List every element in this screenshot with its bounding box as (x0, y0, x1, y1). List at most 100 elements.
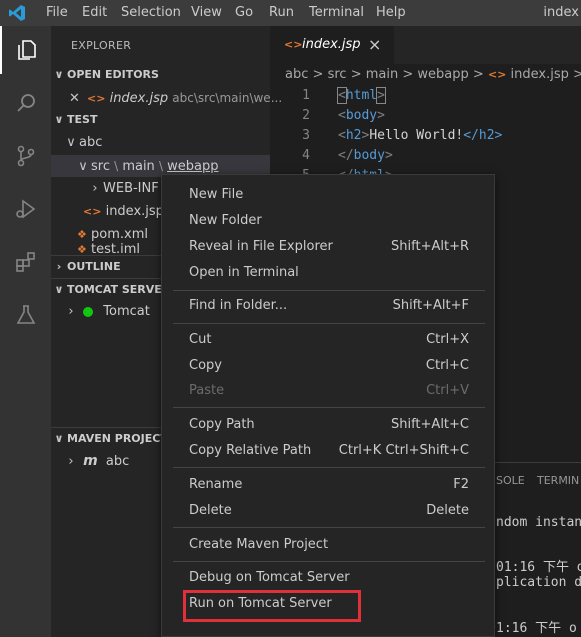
menu-separator (173, 323, 485, 324)
testing-icon[interactable] (0, 291, 51, 339)
menu-item-reveal-in-file-explorer[interactable]: Reveal in File Explorer Shift+Alt+R (162, 234, 496, 260)
menu-item-open-in-terminal[interactable]: Open in Terminal (162, 260, 496, 286)
breadcrumb-separator: > (472, 67, 484, 82)
tag-bracket: < (338, 128, 346, 143)
breadcrumb-item[interactable]: index.jsp (511, 67, 569, 82)
tree-item-abc[interactable]: ∨ abc (63, 132, 102, 154)
menu-item-paste: Paste Ctrl+V (162, 378, 496, 404)
line-number: 1 (302, 88, 310, 103)
chevron-right-icon: › (92, 181, 98, 196)
menu-item-copy-relative-path[interactable]: Copy Relative Path Ctrl+K Ctrl+Shift+C (162, 438, 496, 464)
menu-item-find-in-folder[interactable]: Find in Folder... Shift+Alt+F (162, 293, 496, 319)
menu-file[interactable]: File (46, 0, 68, 26)
tree-label: WEB-INF (103, 181, 159, 196)
tree-item-partial[interactable]: ❖ test.iml (77, 239, 140, 253)
path-separator: \ (158, 159, 163, 173)
menu-item-create-maven-project[interactable]: Create Maven Project (162, 532, 496, 558)
tag-name: html (345, 88, 378, 103)
tag-bracket: </ (338, 148, 354, 163)
section-test[interactable]: ∨ TEST (51, 109, 270, 131)
menu-help[interactable]: Help (376, 0, 406, 26)
menu-view[interactable]: View (191, 0, 222, 26)
menu-item-label: Debug on Tomcat Server (189, 570, 350, 585)
section-label: OPEN EDITORS (67, 68, 159, 81)
tree-label: abc (79, 135, 103, 150)
chevron-right-icon: › (56, 260, 62, 273)
menu-item-label: New Folder (189, 213, 262, 228)
menu-item-copy[interactable]: Copy Ctrl+C (162, 353, 496, 379)
tree-item-index-jsp[interactable]: <> index.jsp (83, 201, 164, 223)
run-debug-icon[interactable] (0, 185, 51, 233)
close-icon[interactable]: ✕ (69, 88, 87, 110)
tree-label: index.jsp (105, 204, 164, 219)
source-control-icon[interactable] (0, 132, 51, 180)
chevron-right-icon: › (68, 304, 74, 319)
menu-item-cut[interactable]: Cut Ctrl+X (162, 327, 496, 353)
tomcat-server-item[interactable]: › Tomcat (63, 301, 149, 323)
menu-separator (173, 290, 485, 291)
highlight-annotation-box (183, 590, 361, 622)
menu-separator (173, 561, 485, 562)
section-label: MAVEN PROJECT (67, 432, 168, 445)
tag-bracket: < (338, 108, 346, 123)
breadcrumb-item[interactable]: webapp (417, 67, 468, 82)
section-open-editors[interactable]: ∨ OPEN EDITORS (51, 64, 270, 86)
file-icon: ❖ (77, 243, 87, 253)
open-editor-item[interactable]: ✕ <> index.jsp abc\src\main\we... (51, 87, 282, 110)
menu-run[interactable]: Run (269, 0, 294, 26)
breadcrumb: abc > src > main > webapp > <> index.jsp… (270, 64, 581, 86)
tree-item-web-inf[interactable]: › WEB-INF (87, 178, 159, 200)
menu-selection[interactable]: Selection (121, 0, 181, 26)
menu-item-label: Find in Folder... (189, 298, 288, 313)
menu-item-shortcut: F2 (453, 477, 469, 492)
search-icon[interactable] (0, 79, 51, 127)
menu-item-shortcut: Shift+Alt+C (390, 417, 469, 432)
menu-item-label: Delete (189, 503, 232, 518)
tab-index-jsp[interactable]: <> index.jsp × (270, 26, 394, 64)
chevron-down-icon: ∨ (54, 432, 64, 445)
menu-item-new-folder[interactable]: New Folder (162, 208, 496, 234)
tree-label-main: main (122, 159, 155, 174)
section-label: TOMCAT SERVER (67, 283, 171, 296)
menu-item-label: Cut (189, 332, 212, 347)
close-icon[interactable]: × (368, 35, 381, 54)
code-editor[interactable]: 1 <html> 2 <body> 3 <h2>Hello World!</h2… (290, 86, 581, 176)
menu-go[interactable]: Go (235, 0, 253, 26)
maven-icon: m (83, 453, 98, 469)
menu-item-shortcut: Ctrl+K Ctrl+Shift+C (338, 443, 469, 458)
tag-name: h2 (345, 128, 362, 143)
line-number: 3 (302, 128, 310, 143)
menu-item-label: Create Maven Project (189, 537, 329, 552)
breadcrumb-item[interactable]: main (366, 67, 398, 82)
context-menu: New File New Folder Reveal in File Explo… (161, 174, 495, 637)
menu-item-debug-on-tomcat-server[interactable]: Debug on Tomcat Server (162, 565, 496, 591)
chevron-down-icon: ∨ (54, 68, 64, 81)
open-editor-path: abc\src\main\we... (172, 91, 283, 105)
closing-tag: </h2> (463, 128, 503, 143)
menu-item-delete[interactable]: Delete Delete (162, 498, 496, 524)
tag-bracket: > (384, 148, 393, 163)
menu-edit[interactable]: Edit (82, 0, 107, 26)
breadcrumb-item[interactable]: src (328, 67, 347, 82)
jsp-file-icon: <> (284, 38, 303, 51)
activity-bar (0, 26, 51, 637)
menu-item-shortcut: Ctrl+X (426, 332, 469, 347)
menu-item-copy-path[interactable]: Copy Path Shift+Alt+C (162, 412, 496, 438)
section-label: OUTLINE (67, 260, 121, 273)
explorer-icon[interactable] (0, 26, 51, 74)
extensions-icon[interactable] (0, 238, 51, 286)
tag-bracket: < (337, 87, 347, 104)
terminal-line: 01:16 下午 o (496, 560, 581, 575)
jsp-file-icon: <> (83, 205, 102, 218)
maven-project-item[interactable]: › m abc (63, 450, 129, 472)
breadcrumb-item[interactable]: abc (285, 67, 308, 82)
menu-item-rename[interactable]: Rename F2 (162, 472, 496, 498)
menu-item-new-file[interactable]: New File (162, 182, 496, 208)
menu-item-shortcut: Ctrl+V (426, 383, 469, 398)
panel-tab-terminal[interactable]: TERMIN (537, 474, 579, 487)
panel-tab-console[interactable]: SOLE (496, 474, 525, 487)
menu-separator (173, 407, 485, 408)
menu-item-label: Reveal in File Explorer (189, 239, 333, 254)
chevron-right-icon: › (68, 454, 74, 469)
menu-terminal[interactable]: Terminal (309, 0, 364, 26)
